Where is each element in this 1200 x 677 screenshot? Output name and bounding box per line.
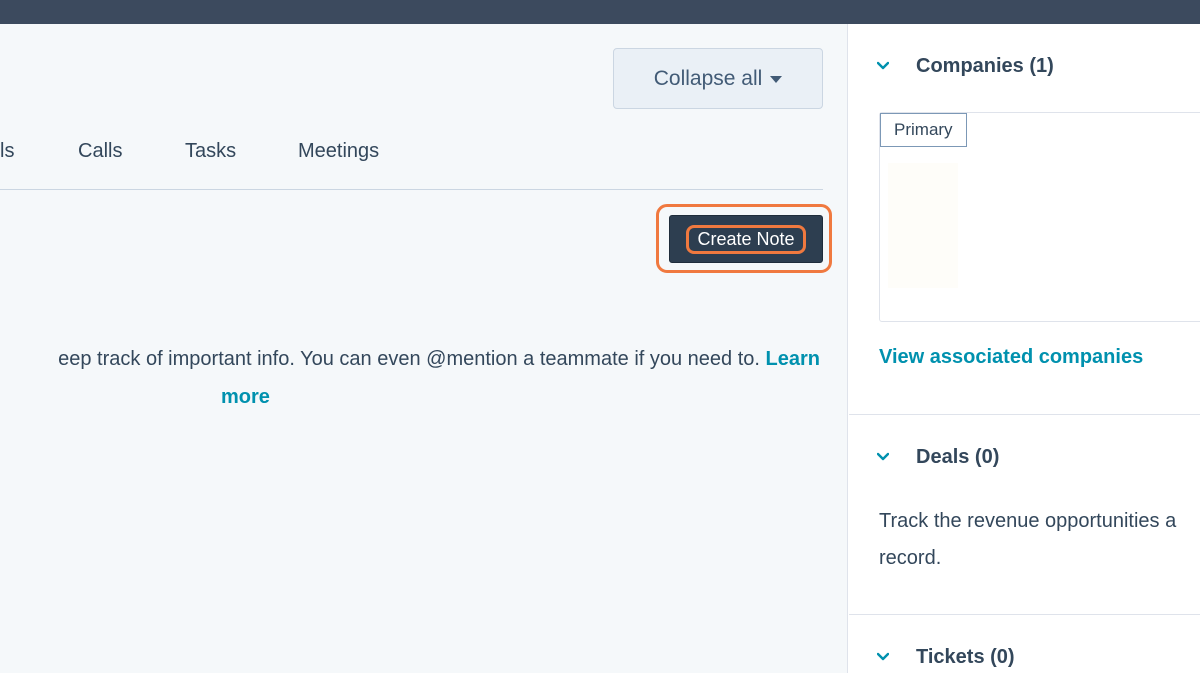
learn-more-link-continued[interactable]: more: [221, 378, 270, 416]
chevron-down-icon: [877, 61, 889, 70]
tab-calls[interactable]: Calls: [78, 140, 122, 163]
activity-tabs: ls Calls Tasks Meetings: [0, 124, 823, 190]
tab-tasks[interactable]: Tasks: [185, 140, 236, 163]
tab-meetings[interactable]: Meetings: [298, 140, 379, 163]
top-bar: [0, 0, 1200, 24]
learn-more-link[interactable]: Learn: [766, 348, 820, 370]
collapse-all-button[interactable]: Collapse all: [613, 48, 823, 109]
caret-down-icon: [770, 76, 783, 83]
tickets-title: Tickets (0): [916, 645, 1015, 668]
deals-section-header[interactable]: Deals (0): [849, 437, 1200, 477]
chevron-down-icon: [877, 652, 889, 661]
company-card-placeholder: [888, 163, 958, 288]
deals-title: Deals (0): [916, 445, 1000, 468]
company-card[interactable]: Primary: [879, 112, 1200, 322]
notes-empty-text: eep track of important info. You can eve…: [58, 348, 760, 370]
primary-badge: Primary: [880, 113, 967, 147]
collapse-all-label: Collapse all: [653, 66, 763, 90]
notes-empty-message: eep track of important info. You can eve…: [0, 340, 820, 378]
section-divider: [849, 414, 1200, 415]
record-frame: Collapse all ls Calls Tasks Meetings Cre…: [0, 24, 1200, 673]
right-sidebar: Companies (1) Primary View associated co…: [849, 24, 1200, 673]
deals-description-line: Track the revenue opportunities a: [879, 510, 1177, 532]
section-divider: [849, 614, 1200, 615]
view-associated-companies-link[interactable]: View associated companies: [879, 346, 1143, 369]
companies-title: Companies (1): [916, 54, 1054, 77]
deals-description: Track the revenue opportunities a record…: [879, 503, 1200, 577]
create-note-button[interactable]: Create Note: [669, 215, 823, 263]
deals-description-line: record.: [879, 547, 942, 569]
companies-section-header[interactable]: Companies (1): [849, 46, 1200, 86]
chevron-down-icon: [877, 452, 889, 461]
activity-panel: Collapse all ls Calls Tasks Meetings Cre…: [0, 24, 848, 673]
tab-emails[interactable]: ls: [0, 140, 14, 163]
tickets-section-header[interactable]: Tickets (0): [849, 637, 1200, 677]
create-note-label: Create Note: [686, 224, 806, 254]
